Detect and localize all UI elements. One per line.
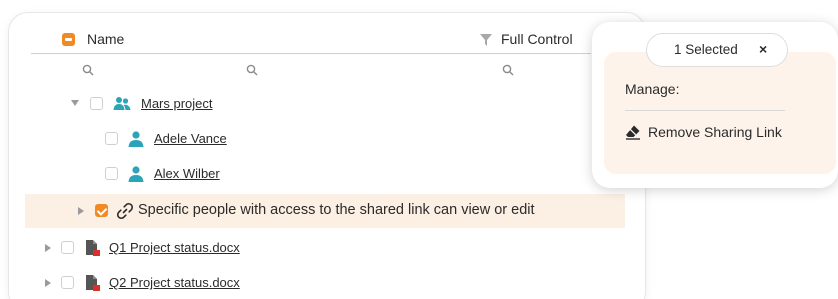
close-icon[interactable]: × (759, 41, 767, 57)
expand-caret-icon[interactable] (45, 244, 51, 252)
row-checkbox[interactable] (105, 167, 118, 180)
column-header-name[interactable]: Name (87, 31, 124, 47)
remove-sharing-link-label: Remove Sharing Link (648, 124, 782, 140)
row-checkbox[interactable] (105, 132, 118, 145)
search-icon[interactable] (502, 64, 514, 76)
collapse-caret-icon[interactable] (71, 100, 79, 106)
manage-heading: Manage: (625, 81, 680, 97)
table-row[interactable]: Mars project (25, 88, 625, 120)
user-icon (128, 131, 144, 147)
link-icon (116, 202, 134, 220)
row-checkbox[interactable] (61, 276, 74, 289)
panel-divider (625, 110, 785, 111)
grid-header: Name Full Control (9, 27, 645, 53)
sharing-link-label: Specific people with access to the share… (138, 202, 535, 218)
document-icon (86, 275, 100, 291)
permissions-grid: Name Full Control Mars project Adele Van… (8, 12, 646, 299)
column-header-full-control[interactable]: Full Control (501, 31, 573, 47)
row-checkbox[interactable] (61, 241, 74, 254)
row-link[interactable]: Q2 Project status.docx (109, 275, 240, 290)
row-link[interactable]: Alex Wilber (154, 166, 220, 181)
row-link[interactable]: Q1 Project status.docx (109, 240, 240, 255)
selection-panel-body (604, 52, 836, 174)
row-checkbox[interactable] (90, 97, 103, 110)
table-row[interactable]: Q2 Project status.docx (25, 267, 625, 299)
table-row[interactable]: Alex Wilber (25, 158, 625, 190)
row-link[interactable]: Mars project (141, 96, 213, 111)
group-icon (113, 97, 131, 110)
row-checkbox-checked[interactable] (95, 204, 108, 217)
document-icon (86, 240, 100, 256)
expand-caret-icon[interactable] (78, 207, 84, 215)
eraser-icon (626, 125, 640, 140)
search-icon[interactable] (82, 64, 94, 76)
table-row[interactable]: Adele Vance (25, 123, 625, 155)
remove-sharing-link-button[interactable]: Remove Sharing Link (625, 123, 815, 143)
table-row[interactable]: Q1 Project status.docx (25, 232, 625, 264)
row-link[interactable]: Adele Vance (154, 131, 227, 146)
column-search-row (9, 61, 645, 81)
filter-icon[interactable] (480, 34, 492, 46)
selection-panel: 1 Selected × Manage: Remove Sharing Link (592, 22, 838, 188)
user-icon (128, 166, 144, 182)
header-divider (31, 53, 591, 54)
selected-count-label: 1 Selected (674, 42, 738, 57)
table-row-selected[interactable]: Specific people with access to the share… (25, 194, 625, 228)
expand-caret-icon[interactable] (45, 279, 51, 287)
search-icon[interactable] (246, 64, 258, 76)
selected-count-pill: 1 Selected × (646, 33, 788, 67)
select-all-checkbox[interactable] (62, 33, 75, 46)
